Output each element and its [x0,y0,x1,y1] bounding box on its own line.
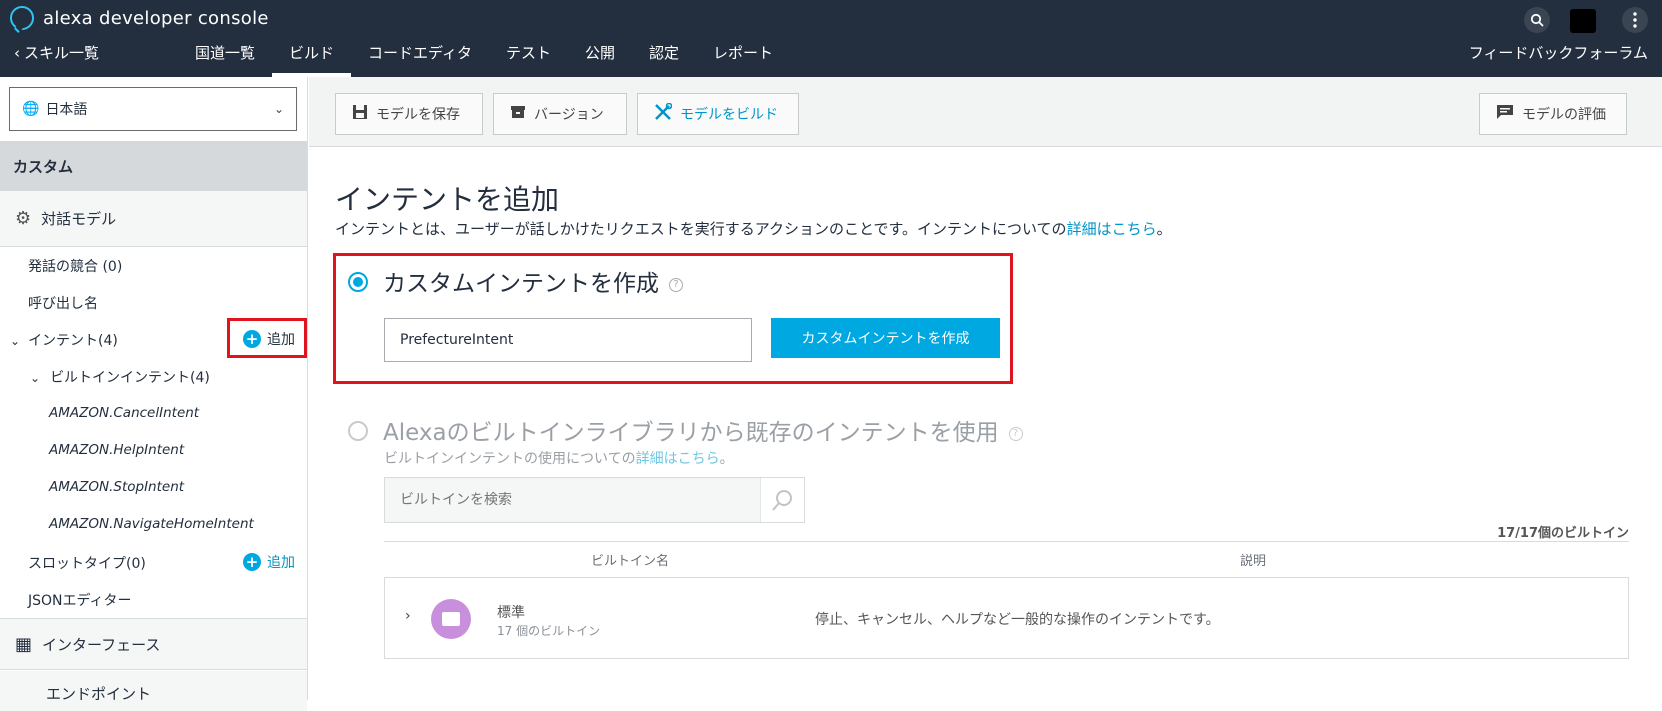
main-content: インテントを追加 インテントとは、ユーザーが話しかけたリクエストを実行するアクシ… [309,148,1662,700]
sidebar-item-cancel-intent[interactable]: AMAZON.CancelIntent [49,405,199,421]
row-name: 標準 [497,605,525,621]
builtin-intent-description: ビルトインインテントの使用についての詳細はこちら。 [384,448,734,468]
nav-tab-publish[interactable]: 公開 [568,42,632,77]
top-header: alexa developer console ‹ スキル一覧 国道一覧 ビルド … [0,0,1662,77]
nav-tab-certification[interactable]: 認定 [632,42,696,77]
archive-icon [431,599,471,639]
nav-tab-build[interactable]: ビルド [272,42,352,77]
save-icon [352,104,368,124]
archive-icon [510,104,526,124]
gear-icon: ⚙ [15,208,32,229]
help-icon[interactable]: ? [1008,426,1023,441]
chevron-right-icon[interactable]: › [405,608,411,624]
locale-select[interactable]: 🌐 日本語 ⌄ [9,87,297,131]
globe-icon: 🌐 [22,101,40,117]
nav-tab-test[interactable]: テスト [489,42,568,77]
build-model-button[interactable]: モデルをビルド [637,93,799,135]
version-button[interactable]: バージョン [493,93,627,135]
section-interaction-model[interactable]: ⚙ 対話モデル [0,191,307,247]
table-divider [384,541,1629,542]
builtin-search-input[interactable] [385,478,760,522]
tools-icon [654,102,673,125]
row-description: 停止、キャンセル、ヘルプなど一般的な操作のインテントです。 [815,612,1220,628]
intent-name-input[interactable] [384,318,752,362]
evaluate-model-label: モデルの評価 [1522,107,1606,123]
desc-text: インテントとは、ユーザーが話しかけたリクエストを実行するアクションのことです。イ… [335,220,1067,238]
chevron-down-icon: ⌄ [10,334,21,348]
custom-intent-radio[interactable] [348,272,368,292]
add-intent-button[interactable]: + 追加 [243,329,295,349]
table-row[interactable]: › 標準 17 個のビルトイン 停止、キャンセル、ヘルプなど一般的な操作のインテ… [384,577,1629,659]
builtin-intent-radio[interactable] [348,421,368,441]
alexa-logo-icon [10,6,34,30]
nav-tab-code-editor[interactable]: コードエディタ [351,42,489,77]
sidebar-item-stop-intent[interactable]: AMAZON.StopIntent [49,479,184,495]
sidebar-item-intents[interactable]: ⌄ インテント(4) [10,330,118,350]
search-icon[interactable] [1524,7,1550,33]
sidebar-item-json-editor[interactable]: JSONエディター [28,590,132,610]
row-subtitle: 17 個のビルトイン [497,624,601,638]
column-header-name: ビルトイン名 [591,554,670,569]
builtin-search [384,477,805,523]
builtin-intent-option-label: Alexaのビルトインライブラリから既存のインテントを使用? [383,413,1023,447]
sidebar-item-slot-types[interactable]: スロットタイプ(0) [28,553,146,573]
search-icon[interactable] [760,478,804,522]
main-nav: 国道一覧 ビルド コードエディタ テスト 公開 認定 レポート [178,42,790,77]
back-label: スキル一覧 [24,44,100,62]
add-slot-label: 追加 [267,555,295,571]
builtin-intent-option-text: Alexaのビルトインライブラリから既存のインテントを使用 [383,420,999,446]
interfaces-label: インターフェース [42,635,161,654]
learn-more-link[interactable]: 詳細はこちら [1067,220,1157,238]
version-label: バージョン [534,107,604,123]
section-endpoint[interactable]: エンドポイント [0,671,307,711]
nav-tab-report[interactable]: レポート [696,42,790,77]
section-custom[interactable]: カスタム [0,141,307,191]
chevron-down-icon: ⌄ [30,371,41,385]
section-model-label: 対話モデル [41,210,117,228]
add-slot-type-button[interactable]: + 追加 [243,552,295,572]
toolbar: モデルを保存 バージョン モデルをビルド モデルの評価 [309,77,1662,147]
evaluate-model-button[interactable]: モデルの評価 [1479,93,1627,135]
create-custom-intent-button[interactable]: カスタムインテントを作成 [771,318,1000,358]
intents-label: インテント(4) [28,333,118,349]
locale-value: 日本語 [45,102,88,118]
builtin-learn-more-link[interactable]: 詳細はこちら [636,451,720,467]
help-icon[interactable]: ? [669,277,683,292]
grid-icon: ▦ [15,633,33,655]
sidebar-item-navigate-home-intent[interactable]: AMAZON.NavigateHomeIntent [49,516,254,532]
page-title: インテントを追加 [335,183,560,216]
custom-intent-option-text: カスタムインテントを作成 [383,271,659,297]
sidebar-item-help-intent[interactable]: AMAZON.HelpIntent [49,442,184,458]
sidebar: 🌐 日本語 ⌄ カスタム ⚙ 対話モデル 発話の競合 (0) 呼び出し名 ⌄ イン… [0,77,308,711]
desc-suffix: 。 [1156,220,1172,238]
plus-circle-icon: + [243,553,261,571]
avatar[interactable] [1570,9,1596,33]
builtin-intents-label: ビルトインインテント(4) [50,370,210,386]
plus-circle-icon: + [243,330,261,348]
back-to-skills-link[interactable]: ‹ スキル一覧 [14,42,99,63]
section-interfaces[interactable]: ▦ インターフェース [0,618,307,670]
builtin-sub-text: ビルトインインテントの使用についての [384,451,636,467]
sidebar-item-invocation[interactable]: 呼び出し名 [28,293,98,313]
add-intent-label: 追加 [267,332,295,348]
builtin-count: 17/17個のビルトイン [1497,526,1629,541]
feedback-forum-link[interactable]: フィードバックフォーラム [1469,42,1648,63]
more-vertical-icon[interactable] [1622,7,1648,33]
build-model-label: モデルをビルド [680,107,778,123]
custom-intent-option-label: カスタムインテントを作成? [383,264,683,298]
brand-title: alexa developer console [43,7,269,29]
chevron-down-icon: ⌄ [273,102,284,116]
chevron-left-icon: ‹ [14,44,20,62]
sidebar-item-utterance-conflicts[interactable]: 発話の競合 (0) [28,256,122,276]
builtin-sub-suffix: 。 [719,451,734,467]
comment-icon [1496,104,1514,124]
sidebar-item-builtin-intents[interactable]: ⌄ ビルトインインテント(4) [30,367,210,387]
brand[interactable]: alexa developer console [10,6,269,30]
save-model-label: モデルを保存 [376,107,460,123]
nav-tab-list[interactable]: 国道一覧 [178,42,272,77]
save-model-button[interactable]: モデルを保存 [335,93,483,135]
column-header-description: 説明 [1240,554,1267,569]
page-description: インテントとは、ユーザーが話しかけたリクエストを実行するアクションのことです。イ… [335,218,1172,239]
